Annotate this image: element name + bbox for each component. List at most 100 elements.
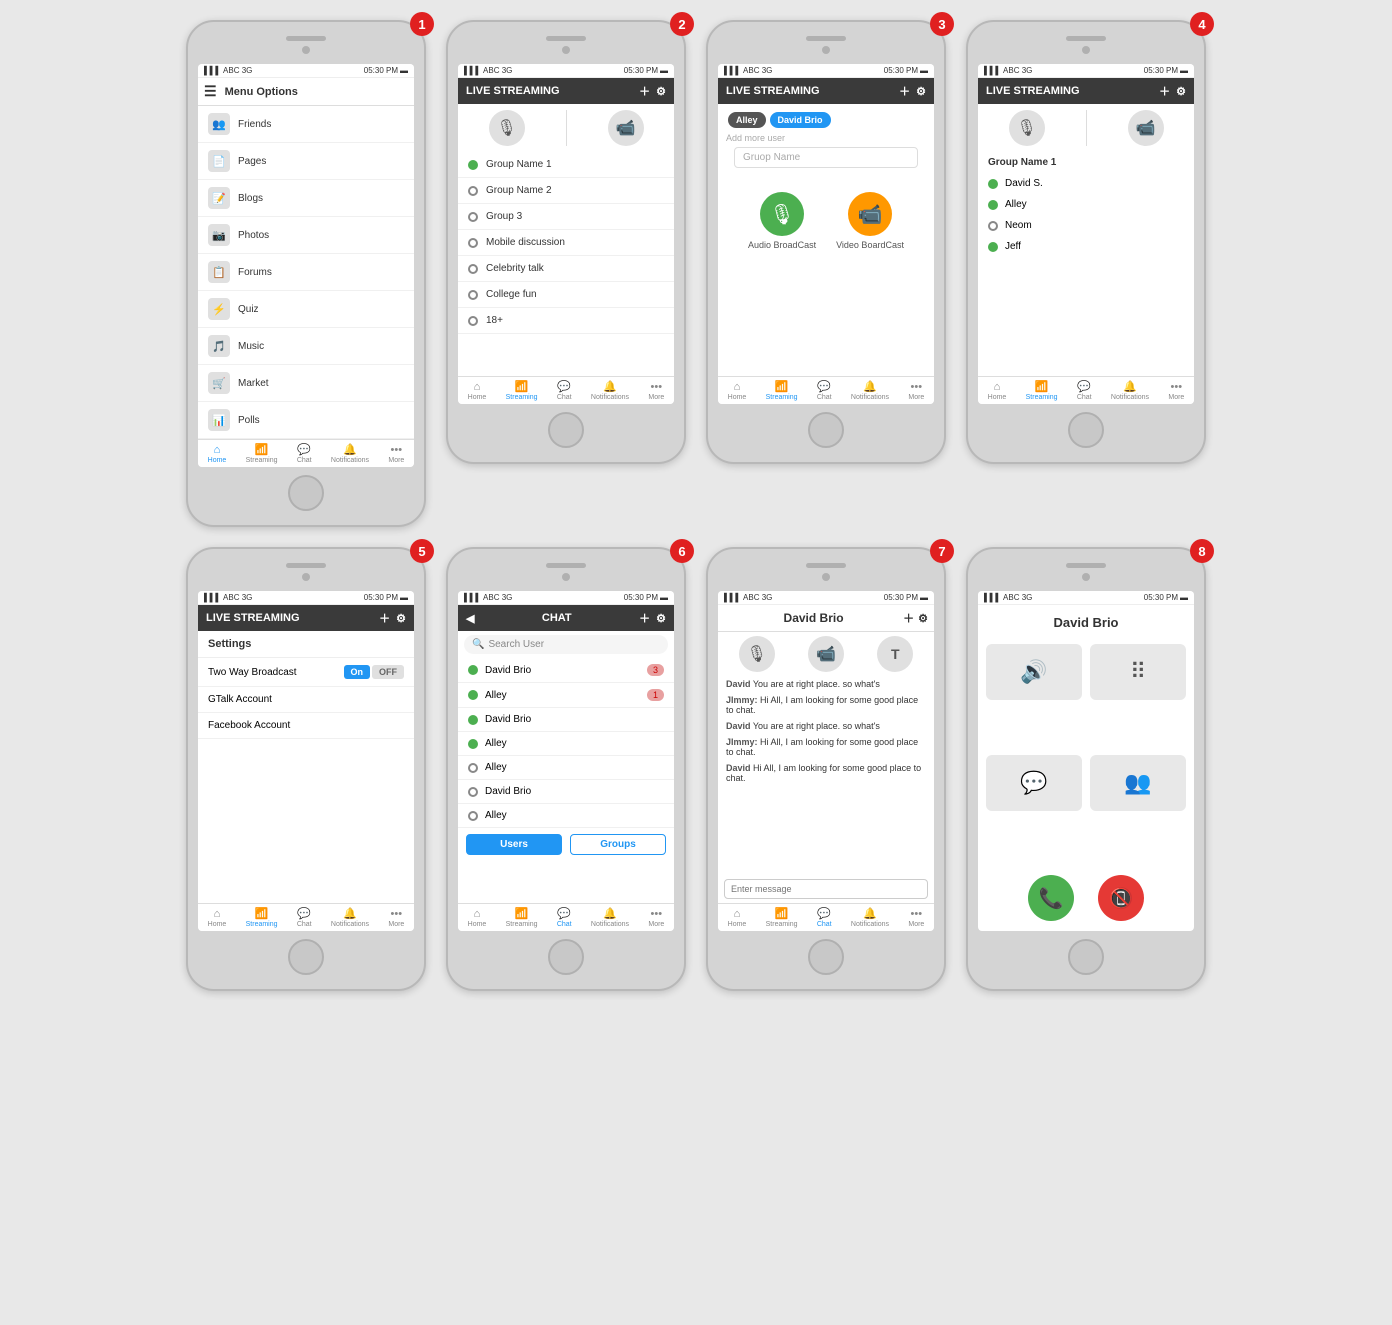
- add-icon[interactable]: ＋: [639, 610, 650, 626]
- nav-item-chat[interactable]: 💬 Chat: [557, 907, 572, 928]
- gear-icon[interactable]: ⚙: [656, 612, 666, 625]
- phone-home-button[interactable]: [808, 412, 844, 448]
- user-tag[interactable]: David Brio: [770, 112, 831, 128]
- nav-item-more[interactable]: ••• More: [388, 908, 404, 928]
- group-name-input[interactable]: Gruop Name: [734, 147, 918, 168]
- nav-item-home[interactable]: ⌂ Home: [468, 908, 487, 928]
- gear-icon[interactable]: ⚙: [918, 612, 928, 625]
- search-bar[interactable]: 🔍 Search User: [464, 635, 668, 654]
- group-item[interactable]: 18+: [458, 308, 674, 334]
- phone-home-button[interactable]: [288, 475, 324, 511]
- nav-item-notifications[interactable]: 🔔 Notifications: [1111, 380, 1149, 401]
- phone-home-button[interactable]: [548, 412, 584, 448]
- group-item[interactable]: College fun: [458, 282, 674, 308]
- chat-list-item[interactable]: Alley 1: [458, 683, 674, 708]
- phone-home-button[interactable]: [1068, 412, 1104, 448]
- chat-list-item[interactable]: Alley: [458, 804, 674, 828]
- nav-item-notifications[interactable]: 🔔 Notifications: [591, 907, 629, 928]
- nav-item-chat[interactable]: 💬 Chat: [297, 907, 312, 928]
- nav-item-home[interactable]: ⌂ Home: [728, 381, 747, 401]
- add-icon[interactable]: ＋: [1159, 83, 1170, 99]
- chat-list-item[interactable]: Alley: [458, 756, 674, 780]
- audio-broadcast-btn[interactable]: 🎙 Audio BroadCast: [748, 192, 816, 250]
- nav-item-streaming[interactable]: 📶 Streaming: [766, 380, 798, 401]
- gear-icon[interactable]: ⚙: [396, 612, 406, 625]
- toggle-on-btn[interactable]: On: [344, 665, 371, 679]
- text-icon[interactable]: T: [877, 636, 913, 672]
- nav-item-chat[interactable]: 💬 Chat: [817, 380, 832, 401]
- group-item[interactable]: Celebrity talk: [458, 256, 674, 282]
- nav-item-more[interactable]: ••• More: [908, 381, 924, 401]
- camera-icon[interactable]: 📹: [608, 110, 644, 146]
- nav-item-streaming[interactable]: 📶 Streaming: [766, 907, 798, 928]
- call-option-btn-3[interactable]: 👥: [1090, 755, 1186, 811]
- nav-item-more[interactable]: ••• More: [648, 908, 664, 928]
- menu-item[interactable]: 🛒 Market: [198, 365, 414, 402]
- group-item[interactable]: Group Name 1: [458, 152, 674, 178]
- phone-home-button[interactable]: [1068, 939, 1104, 975]
- nav-item-chat[interactable]: 💬 Chat: [297, 443, 312, 464]
- add-icon[interactable]: ＋: [639, 83, 650, 99]
- gear-icon[interactable]: ⚙: [916, 85, 926, 98]
- nav-item-home[interactable]: ⌂ Home: [468, 381, 487, 401]
- chat-list-item[interactable]: David Brio: [458, 780, 674, 804]
- mic-icon[interactable]: 🎙: [1009, 110, 1045, 146]
- group-item[interactable]: Group 3: [458, 204, 674, 230]
- nav-item-streaming[interactable]: 📶 Streaming: [1026, 380, 1058, 401]
- nav-item-notifications[interactable]: 🔔 Notifications: [851, 907, 889, 928]
- nav-item-notifications[interactable]: 🔔 Notifications: [851, 380, 889, 401]
- menu-item[interactable]: 📊 Polls: [198, 402, 414, 439]
- nav-item-streaming[interactable]: 📶 Streaming: [506, 380, 538, 401]
- menu-item[interactable]: 🎵 Music: [198, 328, 414, 365]
- nav-item-home[interactable]: ⌂ Home: [988, 381, 1007, 401]
- chat-list-item[interactable]: David Brio 3: [458, 658, 674, 683]
- add-icon[interactable]: ＋: [903, 610, 914, 626]
- phone-home-button[interactable]: [808, 939, 844, 975]
- mic-icon[interactable]: 🎙: [489, 110, 525, 146]
- nav-item-more[interactable]: ••• More: [388, 444, 404, 464]
- nav-item-home[interactable]: ⌂ Home: [728, 908, 747, 928]
- nav-item-chat[interactable]: 💬 Chat: [557, 380, 572, 401]
- menu-item[interactable]: 📋 Forums: [198, 254, 414, 291]
- nav-item-more[interactable]: ••• More: [908, 908, 924, 928]
- message-input[interactable]: [725, 880, 927, 898]
- gear-icon[interactable]: ⚙: [1176, 85, 1186, 98]
- accept-call-btn[interactable]: 📞: [1028, 875, 1074, 921]
- nav-item-streaming[interactable]: 📶 Streaming: [246, 907, 278, 928]
- nav-item-home[interactable]: ⌂ Home: [208, 908, 227, 928]
- group-item[interactable]: Group Name 2: [458, 178, 674, 204]
- phone-home-button[interactable]: [288, 939, 324, 975]
- toggle-off-btn[interactable]: OFF: [372, 665, 404, 679]
- menu-item[interactable]: 📷 Photos: [198, 217, 414, 254]
- chat-list-item[interactable]: David Brio: [458, 708, 674, 732]
- nav-item-notifications[interactable]: 🔔 Notifications: [591, 380, 629, 401]
- add-icon[interactable]: ＋: [379, 610, 390, 626]
- nav-item-streaming[interactable]: 📶 Streaming: [246, 443, 278, 464]
- nav-item-home[interactable]: ⌂ Home: [208, 444, 227, 464]
- mic-icon[interactable]: 🎙: [739, 636, 775, 672]
- add-icon[interactable]: ＋: [899, 83, 910, 99]
- gear-icon[interactable]: ⚙: [656, 85, 666, 98]
- tab-users[interactable]: Users: [466, 834, 562, 855]
- call-option-btn-1[interactable]: ⠿: [1090, 644, 1186, 700]
- menu-item[interactable]: 📄 Pages: [198, 143, 414, 180]
- call-option-btn-0[interactable]: 🔊: [986, 644, 1082, 700]
- group-item[interactable]: Mobile discussion: [458, 230, 674, 256]
- nav-item-notifications[interactable]: 🔔 Notifications: [331, 907, 369, 928]
- tab-groups[interactable]: Groups: [570, 834, 666, 855]
- camera-icon[interactable]: 📹: [1128, 110, 1164, 146]
- call-option-btn-2[interactable]: 💬: [986, 755, 1082, 811]
- menu-item[interactable]: ⚡ Quiz: [198, 291, 414, 328]
- nav-item-notifications[interactable]: 🔔 Notifications: [331, 443, 369, 464]
- menu-item[interactable]: 📝 Blogs: [198, 180, 414, 217]
- back-icon[interactable]: ◀: [466, 612, 474, 625]
- video-broadcast-btn[interactable]: 📹 Video BoardCast: [836, 192, 904, 250]
- hamburger-icon[interactable]: ☰: [204, 83, 217, 100]
- nav-item-chat[interactable]: 💬 Chat: [1077, 380, 1092, 401]
- menu-item[interactable]: 👥 Friends: [198, 106, 414, 143]
- chat-list-item[interactable]: Alley: [458, 732, 674, 756]
- nav-item-more[interactable]: ••• More: [648, 381, 664, 401]
- nav-item-chat[interactable]: 💬 Chat: [817, 907, 832, 928]
- user-tag[interactable]: Alley: [728, 112, 766, 128]
- nav-item-more[interactable]: ••• More: [1168, 381, 1184, 401]
